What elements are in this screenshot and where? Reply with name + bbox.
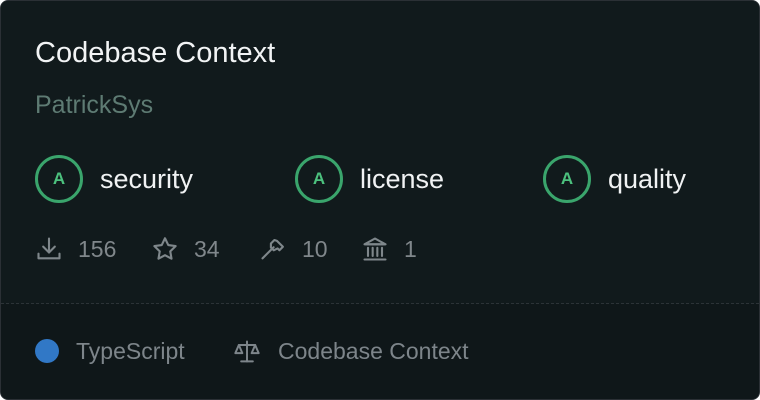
license-name[interactable]: Codebase Context <box>278 336 469 366</box>
stars-count: 34 <box>194 235 220 262</box>
package-title[interactable]: Codebase Context <box>35 35 275 71</box>
license-score: A license <box>295 155 444 203</box>
language-color-dot <box>35 339 59 363</box>
scale-icon <box>234 340 260 363</box>
score-label: security <box>100 163 194 194</box>
quality-score: A quality <box>543 155 686 203</box>
hammer-icon <box>261 238 284 260</box>
grade-badge: A <box>543 155 591 203</box>
score-label: license <box>360 163 445 194</box>
institutions-count: 1 <box>404 235 417 262</box>
score-label: quality <box>608 163 687 194</box>
star-icon <box>153 237 177 260</box>
bank-icon <box>363 237 387 261</box>
institutions-stat: 1 <box>361 231 417 267</box>
language-name: TypeScript <box>76 338 185 364</box>
stars-stat: 34 <box>151 231 220 267</box>
downloads-stat: 156 <box>35 231 116 267</box>
grade-badge: A <box>295 155 343 203</box>
package-author[interactable]: PatrickSys <box>35 89 153 121</box>
security-score: A security <box>35 155 193 203</box>
grade-badge: A <box>35 155 83 203</box>
downloads-count: 156 <box>78 235 117 262</box>
tools-count: 10 <box>302 235 328 262</box>
tools-stat: 10 <box>259 231 328 267</box>
package-card[interactable]: Codebase Context PatrickSys A security A… <box>0 0 760 400</box>
download-icon <box>37 237 61 260</box>
